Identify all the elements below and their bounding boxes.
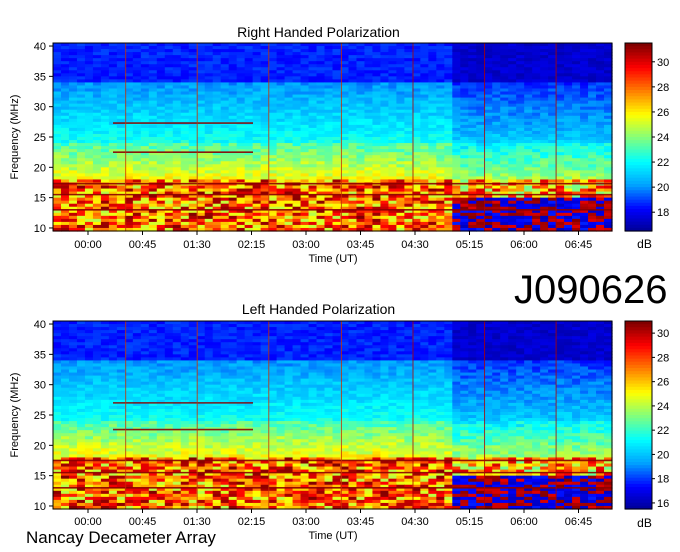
chart-title: Right Handed Polarization	[237, 24, 400, 40]
x-tick-label: 05:15	[456, 239, 484, 251]
x-tick-label: 03:00	[292, 239, 320, 251]
x-tick-label: 01:30	[183, 239, 211, 251]
colorbar: 18 20 22 24 26 28 30 dB	[624, 42, 669, 251]
panel-right-polarization: Right Handed Polarization 10 15 20 25 30 35 40 F…	[9, 24, 669, 265]
colorbar-tick-label: 28	[657, 82, 669, 94]
x-axis-label: Time (UT)	[308, 253, 357, 265]
y-tick-label: 25	[34, 132, 46, 144]
x-tick-label: 04:30	[401, 239, 429, 251]
colorbar-tick-label: 30	[657, 57, 669, 69]
x-tick-label: 00:00	[74, 239, 102, 251]
y-tick-label: 30	[34, 102, 46, 114]
colorbar-tick-label: 22	[657, 157, 669, 169]
y-tick-label: 10	[34, 223, 46, 235]
heatmap-cells	[53, 321, 613, 510]
x-tick-label: 06:45	[565, 239, 593, 251]
colorbar-tick-label: 18	[657, 207, 669, 219]
colorbar-unit-label: dB	[637, 237, 652, 251]
x-tick-label: 06:00	[510, 239, 538, 251]
x-tick-label: 03:45	[347, 239, 375, 251]
x-tick-label: 02:15	[238, 239, 266, 251]
y-tick-label: 20	[34, 162, 46, 174]
y-axis-label: Frequency (MHz)	[9, 95, 21, 180]
panel-left-polarization: Left Handed Polarization10152025303540Fr…	[9, 301, 669, 542]
colorbar-tick-label: 24	[657, 132, 669, 144]
heatmap-cells	[53, 43, 613, 232]
chart-title: Left Handed Polarization	[242, 301, 395, 317]
colorbar-tick-label: 20	[657, 182, 669, 194]
y-tick-label: 15	[34, 193, 46, 205]
y-tick-label: 35	[34, 71, 46, 83]
colorbar-tick-label: 26	[657, 107, 669, 119]
x-tick-label: 00:45	[129, 239, 157, 251]
y-tick-label: 40	[34, 41, 46, 53]
